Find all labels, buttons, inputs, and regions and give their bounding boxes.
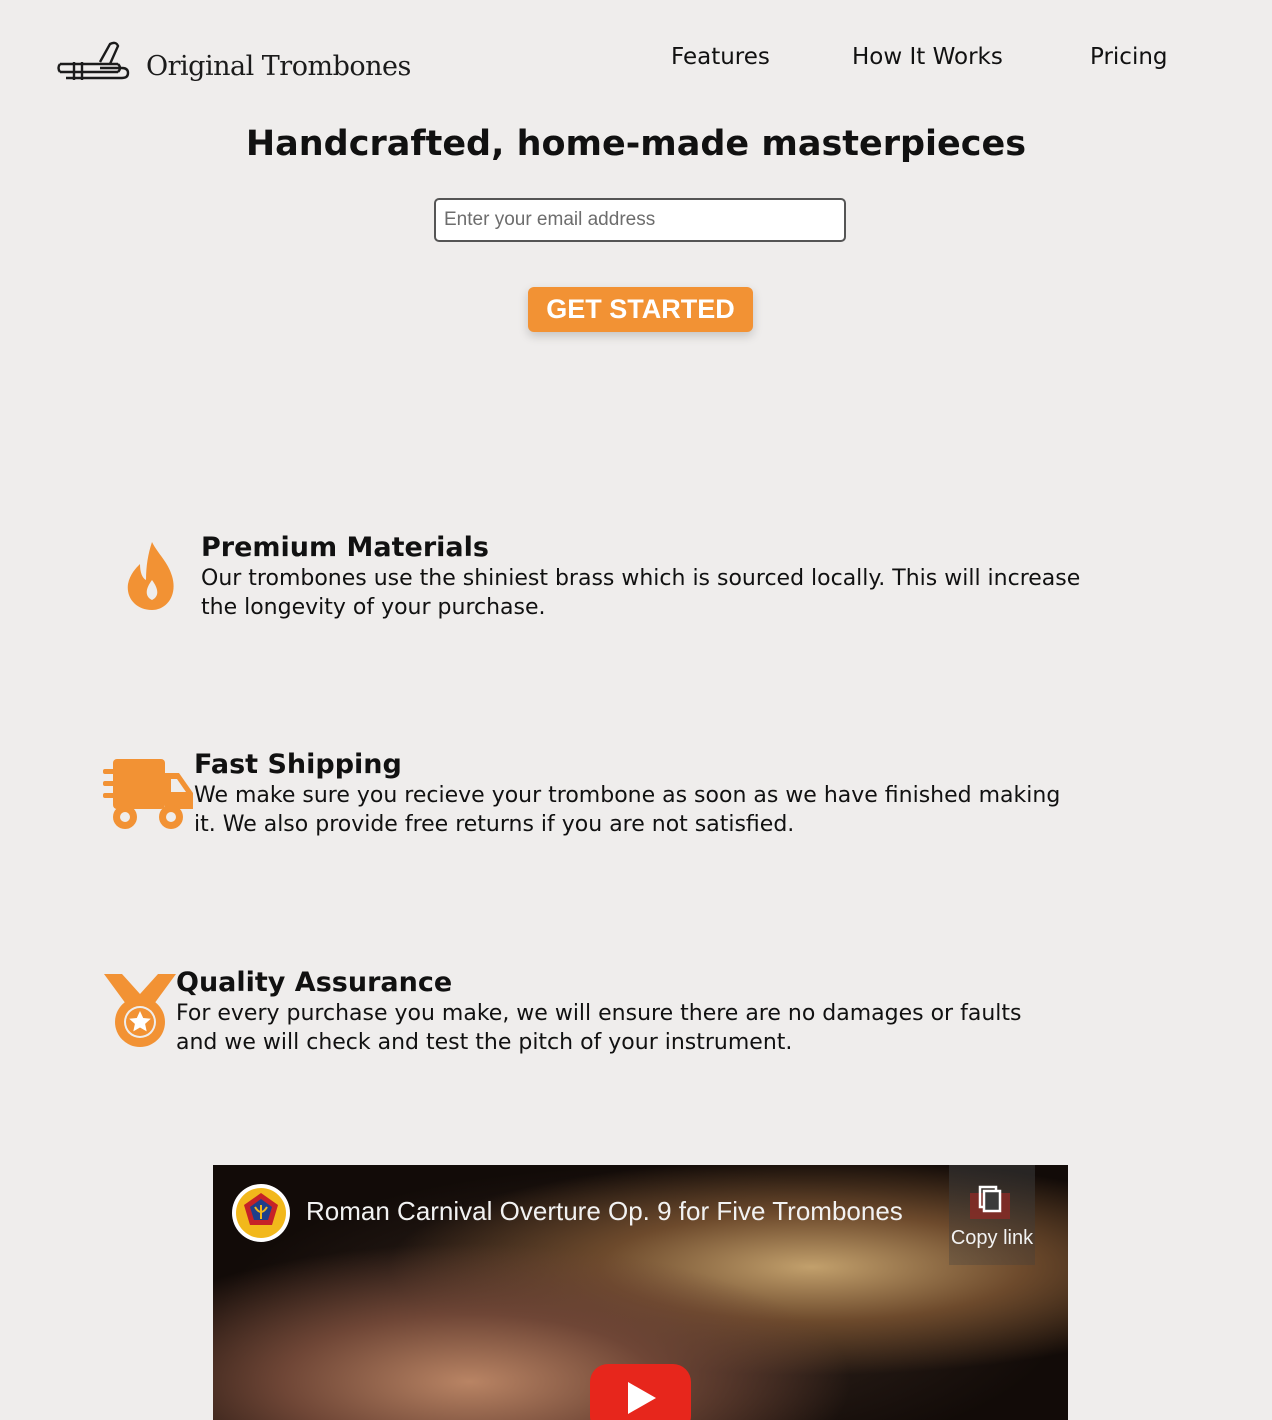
get-started-button[interactable]: GET STARTED bbox=[528, 287, 753, 332]
feature-title: Quality Assurance bbox=[176, 967, 453, 998]
nav-link-features[interactable]: Features bbox=[671, 44, 770, 70]
brand-name: Original Trombones bbox=[146, 50, 411, 82]
shipping-truck-icon bbox=[103, 759, 193, 829]
nav-link-pricing[interactable]: Pricing bbox=[1090, 44, 1168, 70]
feature-title: Premium Materials bbox=[201, 532, 489, 563]
trombone-icon bbox=[57, 41, 130, 80]
site-header: Original Trombones Features How It Works… bbox=[0, 0, 1272, 120]
nav-link-how-it-works[interactable]: How It Works bbox=[852, 44, 1003, 70]
channel-logo[interactable] bbox=[231, 1183, 291, 1243]
brand-logo[interactable]: Original Trombones bbox=[56, 40, 411, 92]
feature-text: Our trombones use the shiniest brass whi… bbox=[201, 566, 1081, 620]
fire-icon bbox=[127, 542, 174, 610]
video-title[interactable]: Roman Carnival Overture Op. 9 for Five T… bbox=[306, 1196, 903, 1227]
email-input[interactable] bbox=[434, 198, 846, 242]
feature-text: We make sure you recieve your trombone a… bbox=[194, 783, 1061, 837]
medal-icon bbox=[104, 974, 176, 1047]
copy-icon bbox=[970, 1185, 1010, 1219]
copy-link-label: Copy link bbox=[950, 1227, 1034, 1249]
video-player[interactable]: Roman Carnival Overture Op. 9 for Five T… bbox=[213, 1165, 1068, 1420]
hero-title: Handcrafted, home-made masterpieces bbox=[245, 124, 1027, 164]
feature-text: For every purchase you make, we will ens… bbox=[176, 1001, 1022, 1055]
play-icon bbox=[628, 1382, 656, 1414]
feature-title: Fast Shipping bbox=[194, 749, 402, 780]
play-button[interactable] bbox=[590, 1364, 691, 1420]
copy-link-button[interactable]: Copy link bbox=[949, 1165, 1035, 1265]
